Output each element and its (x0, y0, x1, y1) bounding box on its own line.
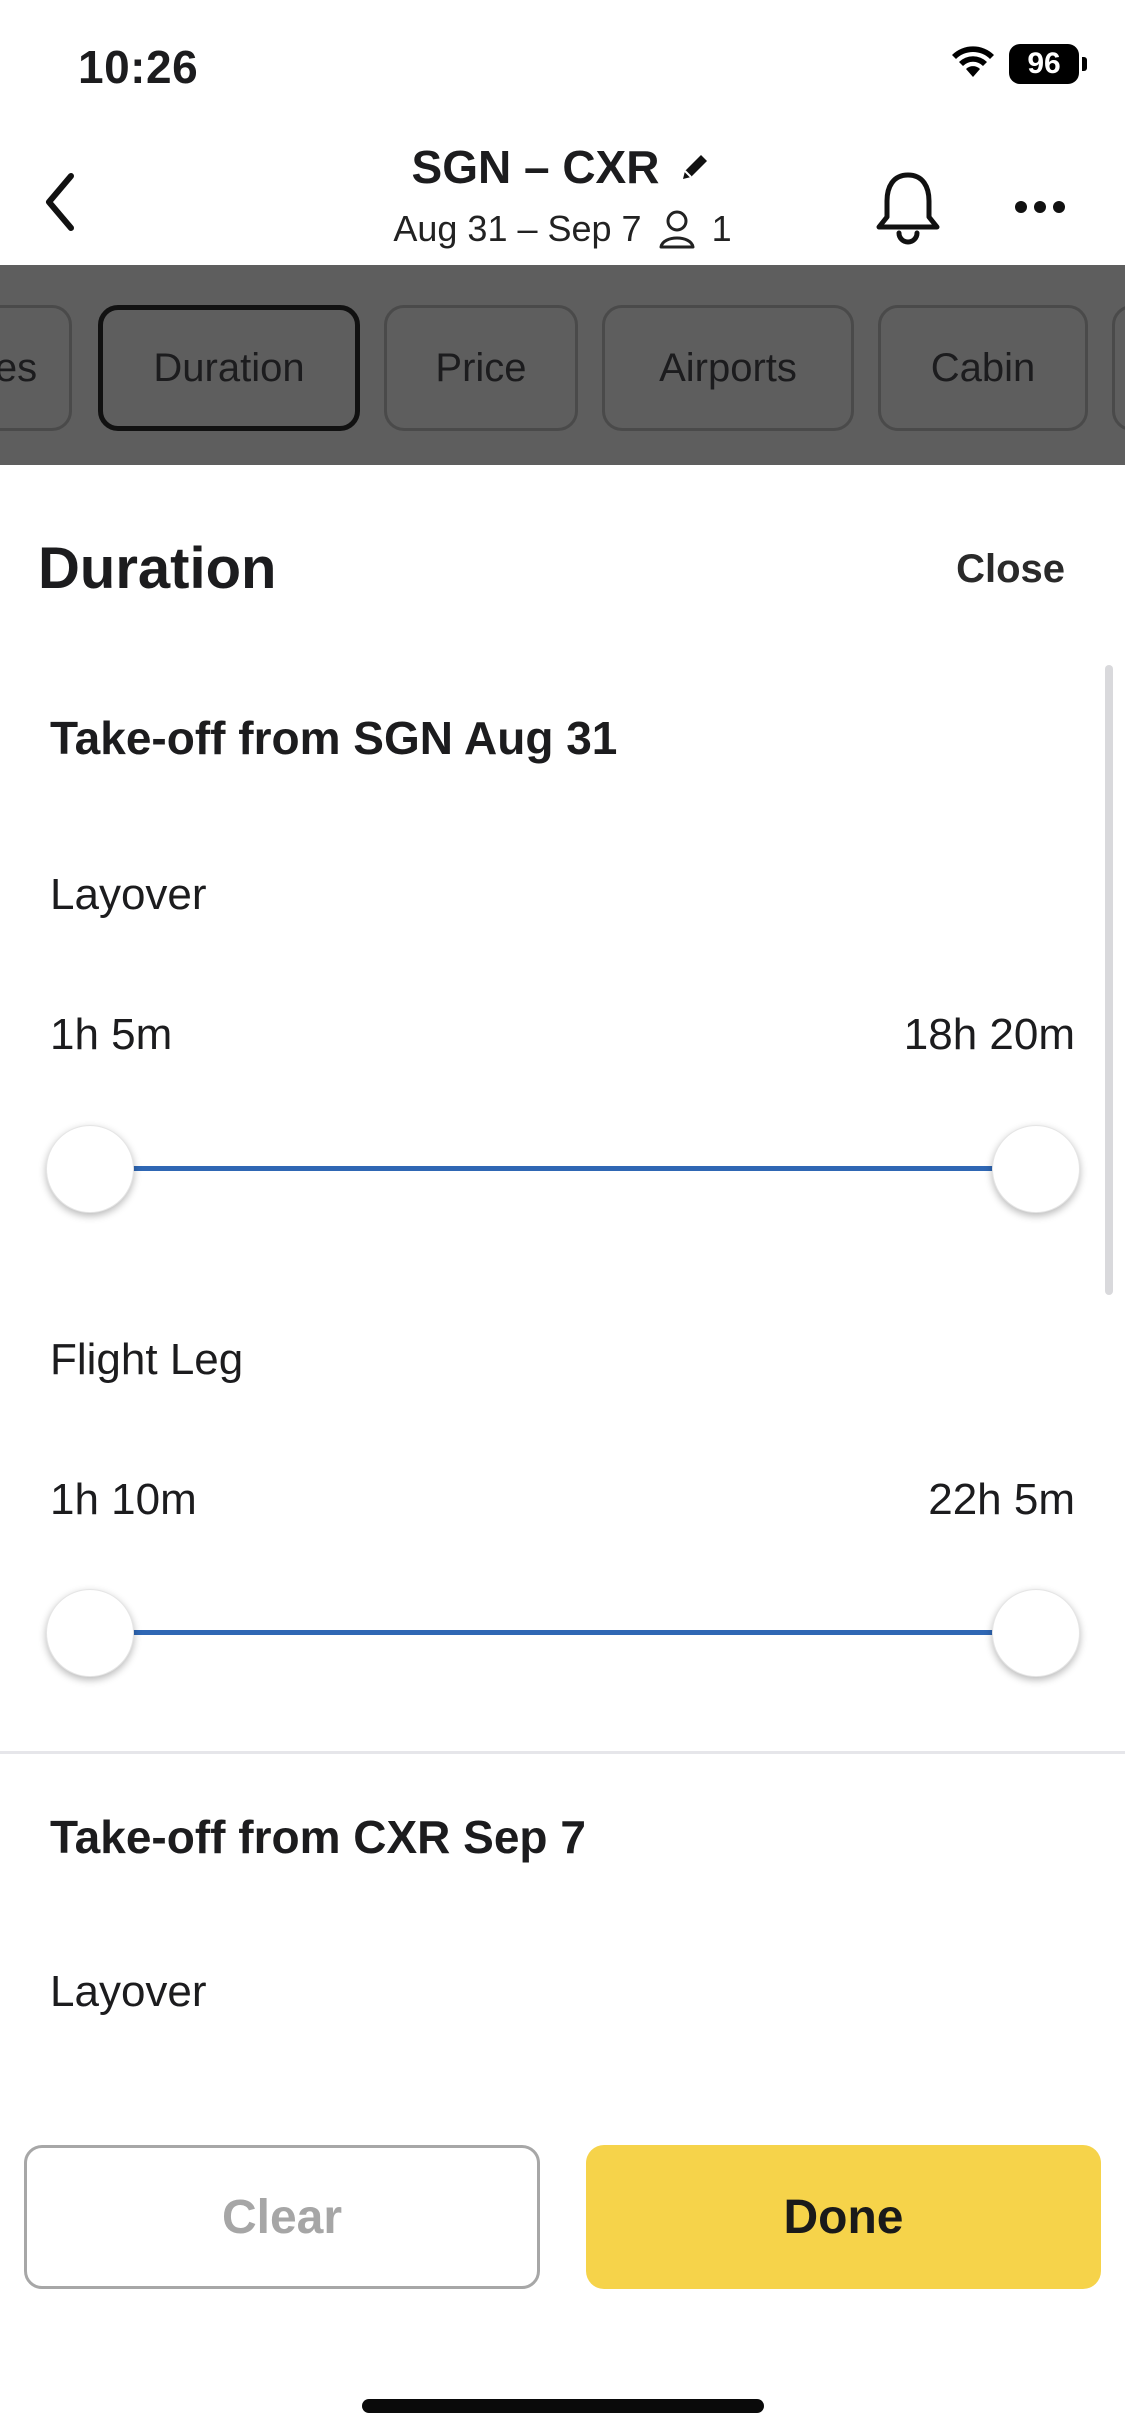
outbound-flight-leg-slider[interactable] (46, 1585, 1080, 1681)
filter-chip-cabin[interactable]: Cabin (878, 305, 1088, 431)
status-time: 10:26 (78, 41, 199, 93)
return-layover-label: Layover (50, 1967, 207, 2016)
more-icon (1015, 201, 1065, 213)
filter-chip-price[interactable]: Price (384, 305, 578, 431)
battery-icon: 96 (1009, 44, 1087, 84)
trip-summary[interactable]: SGN – CXR Aug 31 – Sep 7 1 (0, 140, 1125, 250)
outbound-flight-leg-min: 1h 10m (50, 1475, 197, 1524)
slider-max-handle[interactable] (992, 1125, 1080, 1213)
scroll-indicator[interactable] (1105, 665, 1113, 1295)
filter-chip-bar: es Duration Price Airports Cabin (0, 265, 1125, 465)
slider-min-handle[interactable] (46, 1125, 134, 1213)
person-icon (659, 210, 695, 249)
clear-button[interactable]: Clear (24, 2145, 540, 2289)
outbound-layover-slider[interactable] (46, 1121, 1080, 1217)
slider-min-handle[interactable] (46, 1589, 134, 1677)
edit-icon[interactable] (677, 149, 713, 185)
more-options-button[interactable] (1000, 172, 1080, 242)
outbound-flight-leg-max: 22h 5m (928, 1475, 1075, 1524)
header: SGN – CXR Aug 31 – Sep 7 1 (0, 132, 1125, 265)
sheet-title: Duration (38, 536, 277, 601)
slider-track (90, 1166, 1036, 1171)
slider-max-handle[interactable] (992, 1589, 1080, 1677)
section-divider (0, 1751, 1125, 1754)
return-section-title: Take-off from CXR Sep 7 (50, 1811, 586, 1863)
outbound-layover-min: 1h 5m (50, 1010, 173, 1059)
filter-chip-airports[interactable]: Airports (602, 305, 854, 431)
traveler-count: 1 (711, 208, 732, 249)
wifi-icon (951, 45, 995, 84)
close-button[interactable]: Close (956, 547, 1065, 592)
route-title: SGN – CXR (411, 141, 660, 193)
outbound-layover-label: Layover (50, 870, 207, 919)
battery-level: 96 (1027, 47, 1061, 80)
outbound-section-title: Take-off from SGN Aug 31 (50, 712, 618, 764)
home-indicator[interactable] (362, 2399, 764, 2413)
done-button[interactable]: Done (586, 2145, 1101, 2289)
outbound-layover-max: 18h 20m (903, 1010, 1075, 1059)
filter-chip-previous[interactable]: es (0, 305, 72, 431)
bell-icon (876, 172, 940, 245)
sheet-footer: Clear Done (0, 2135, 1125, 2436)
filter-chip-duration[interactable]: Duration (98, 305, 360, 431)
filter-chip-next[interactable] (1112, 305, 1125, 431)
price-alert-button[interactable] (868, 162, 948, 252)
status-bar: 10:26 96 (0, 0, 1125, 132)
slider-track (90, 1630, 1036, 1635)
status-icons: 96 (951, 44, 1087, 84)
trip-dates: Aug 31 – Sep 7 (393, 208, 642, 249)
outbound-flight-leg-label: Flight Leg (50, 1335, 244, 1384)
